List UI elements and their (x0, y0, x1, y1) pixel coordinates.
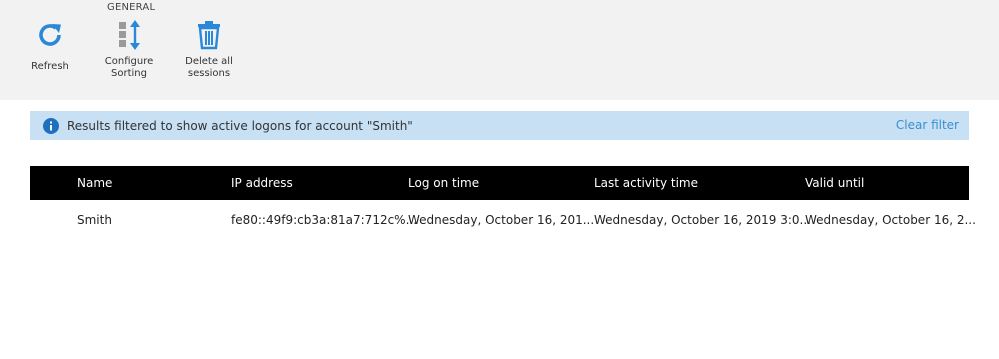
refresh-icon (33, 18, 67, 52)
ribbon-toolbar: GENERAL Refresh Configure Sorting Delete… (0, 0, 999, 100)
cell-log-on-time: Wednesday, October 16, 201... (408, 213, 595, 227)
configure-sorting-label-line2: Sorting (111, 68, 147, 79)
cell-valid-until: Wednesday, October 16, 2... (805, 213, 976, 227)
delete-all-sessions-button[interactable]: Delete all sessions (180, 18, 238, 80)
sessions-table: Name IP address Log on time Last activit… (30, 166, 976, 240)
column-header-name[interactable]: Name (77, 176, 112, 190)
filter-message: Results filtered to show active logons f… (67, 118, 413, 133)
delete-label-line2: sessions (187, 68, 231, 79)
column-header-last-activity-time[interactable]: Last activity time (594, 176, 698, 190)
trash-icon (192, 18, 226, 52)
cell-last-activity-time: Wednesday, October 16, 2019 3:0... (594, 213, 811, 227)
table-row[interactable]: Smith fe80::49f9:cb3a:81a7:712c%... Wedn… (30, 200, 976, 240)
sort-icon (112, 18, 146, 52)
info-icon (43, 117, 59, 134)
column-header-ip-address[interactable]: IP address (231, 176, 293, 190)
delete-all-sessions-label: Delete all sessions (185, 56, 233, 80)
delete-label-line1: Delete all (185, 56, 233, 67)
configure-sorting-button[interactable]: Configure Sorting (98, 18, 160, 80)
table-header: Name IP address Log on time Last activit… (30, 166, 969, 200)
column-header-log-on-time[interactable]: Log on time (408, 176, 479, 190)
ribbon-group-label: GENERAL (107, 2, 156, 13)
configure-sorting-label-line1: Configure (104, 56, 154, 67)
cell-name: Smith (77, 213, 112, 227)
filter-info-bar: Results filtered to show active logons f… (30, 111, 969, 140)
clear-filter-link[interactable]: Clear filter (896, 118, 959, 132)
configure-sorting-label: Configure Sorting (105, 56, 153, 80)
refresh-label: Refresh (31, 61, 69, 72)
column-header-valid-until[interactable]: Valid until (805, 176, 864, 190)
refresh-button[interactable]: Refresh (26, 18, 74, 73)
cell-ip-address: fe80::49f9:cb3a:81a7:712c%... (231, 213, 418, 227)
